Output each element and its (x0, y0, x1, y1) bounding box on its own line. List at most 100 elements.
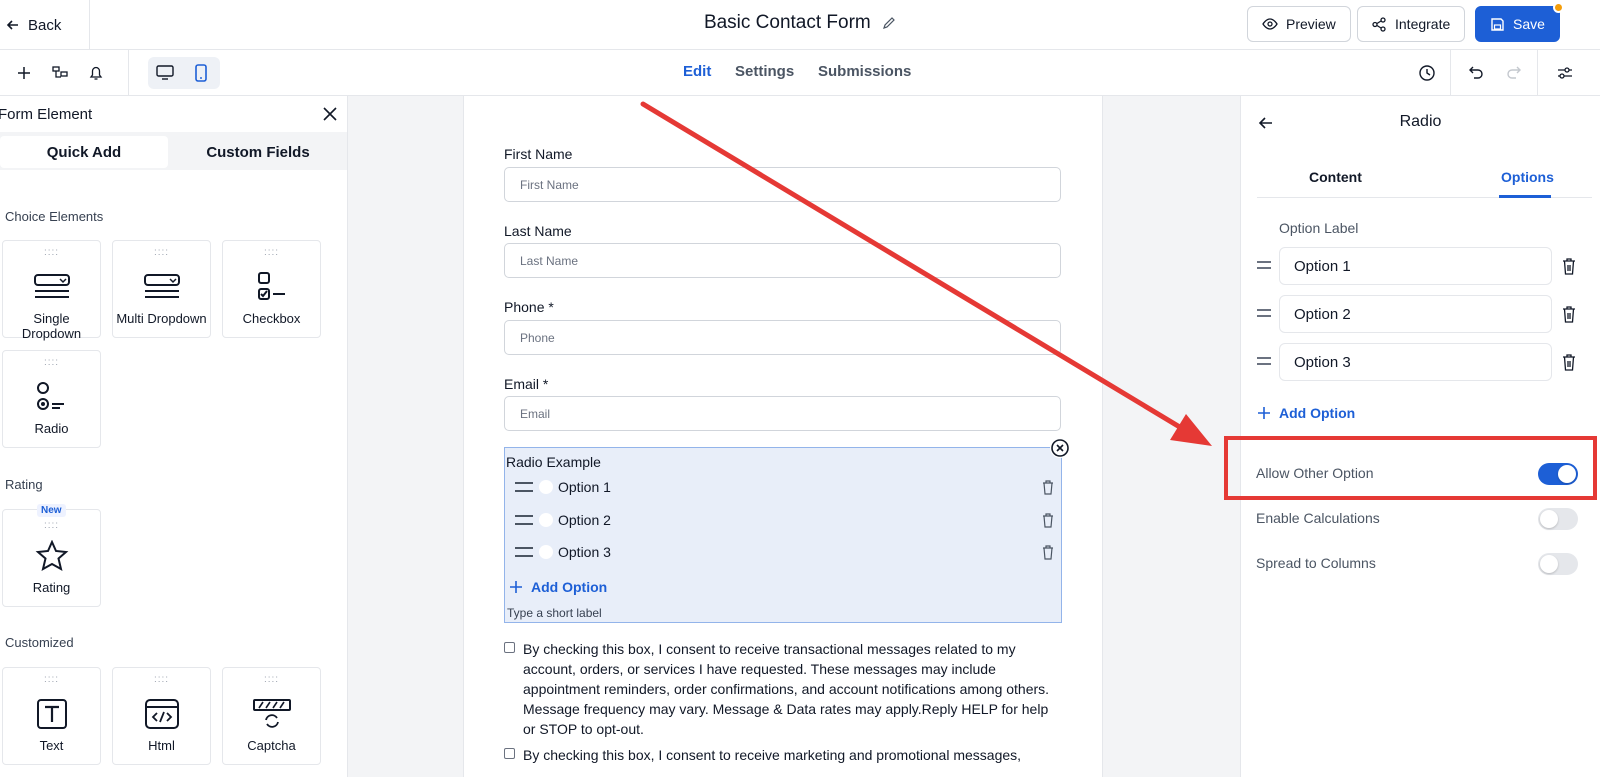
phone-input[interactable]: Phone (504, 320, 1061, 355)
radio-field-selected[interactable]: Radio Example Option 1 Option 2 Option 3 (504, 438, 1070, 623)
integrate-button[interactable]: Integrate (1357, 6, 1466, 42)
star-icon (35, 540, 69, 571)
close-icon[interactable] (320, 104, 340, 124)
plus-icon (510, 581, 522, 593)
option-input[interactable]: Option 2 (1279, 295, 1552, 333)
tab-submissions[interactable]: Submissions (818, 63, 911, 80)
drag-handle-icon: :::: (263, 674, 280, 685)
element-label: Multi Dropdown (116, 311, 207, 326)
element-multi-dropdown[interactable]: :::: Multi Dropdown (112, 240, 211, 338)
element-text[interactable]: :::: Text (2, 667, 101, 765)
desktop-view-button[interactable] (150, 60, 180, 86)
radio-button[interactable] (539, 513, 553, 527)
element-radio[interactable]: :::: Radio (2, 350, 101, 448)
pencil-icon[interactable] (882, 16, 896, 30)
undo-icon[interactable] (1465, 62, 1487, 84)
trash-icon[interactable] (1561, 353, 1577, 371)
dropdown-icon (144, 274, 180, 298)
save-button[interactable]: Save (1475, 2, 1564, 42)
toolbar-divider (1537, 50, 1538, 96)
drag-handle-icon[interactable] (1257, 357, 1271, 365)
consent-checkbox[interactable] (504, 642, 515, 653)
mobile-view-button[interactable] (186, 60, 216, 86)
first-name-input[interactable]: First Name (504, 167, 1061, 202)
radio-field-title: Radio Example (506, 454, 601, 470)
add-icon[interactable] (13, 62, 35, 84)
layers-icon[interactable] (49, 62, 71, 84)
tab-custom-fields[interactable]: Custom Fields (172, 136, 344, 168)
settings-tabs: Content Options (1257, 158, 1592, 198)
element-label: Html (148, 738, 175, 753)
radio-option-row[interactable]: Option 1 (515, 476, 1055, 498)
tab-options[interactable]: Options (1501, 169, 1554, 185)
history-icon[interactable] (1416, 62, 1438, 84)
desktop-icon (156, 65, 174, 80)
tab-content[interactable]: Content (1309, 169, 1362, 185)
drag-handle-icon[interactable] (515, 547, 533, 557)
drag-handle-icon: :::: (43, 520, 60, 531)
consent-checkbox[interactable] (504, 748, 515, 759)
floppy-disk-icon (1491, 17, 1504, 31)
drag-handle-icon: :::: (263, 247, 280, 258)
panel-tabs: Quick Add Custom Fields (0, 132, 347, 170)
code-icon (145, 699, 179, 729)
trash-icon[interactable] (1041, 512, 1055, 528)
tab-edit[interactable]: Edit (683, 63, 711, 80)
new-badge: New (37, 504, 66, 517)
element-rating[interactable]: New :::: Rating (2, 504, 101, 607)
device-toggle (148, 57, 220, 89)
element-label: Checkbox (242, 311, 301, 326)
add-option-label: Add Option (531, 579, 608, 595)
active-tab-indicator (1499, 195, 1551, 198)
option-input[interactable]: Option 1 (1279, 247, 1552, 285)
radio-option-label: Option 3 (558, 544, 611, 560)
field-label: Last Name (504, 223, 572, 239)
radio-button[interactable] (539, 545, 553, 559)
field-hint: Type a short label (507, 606, 602, 620)
radio-option-row[interactable]: Option 2 (515, 509, 1055, 531)
add-option-button[interactable]: Add Option (509, 579, 607, 595)
element-html[interactable]: :::: Html (112, 667, 211, 765)
transactional-consent: By checking this box, I consent to recei… (504, 639, 1064, 739)
element-checkbox[interactable]: :::: Checkbox (222, 240, 321, 338)
drag-handle-icon: :::: (43, 674, 60, 685)
preview-label: Preview (1286, 16, 1336, 32)
email-input[interactable]: Email (504, 396, 1061, 431)
preview-button[interactable]: Preview (1247, 6, 1351, 42)
field-label: First Name (504, 146, 573, 162)
radio-button[interactable] (539, 480, 553, 494)
trash-icon[interactable] (1561, 257, 1577, 275)
radio-option-row[interactable]: Option 3 (515, 541, 1055, 563)
element-label: Captcha (247, 738, 296, 753)
consent-text: By checking this box, I consent to recei… (523, 747, 1022, 763)
element-captcha[interactable]: :::: Captcha (222, 667, 321, 765)
spread-to-columns-toggle[interactable] (1538, 553, 1578, 575)
drag-handle-icon[interactable] (1257, 309, 1271, 317)
option-label-heading: Option Label (1279, 220, 1359, 236)
trash-icon[interactable] (1041, 479, 1055, 495)
panel-title: Form Element (0, 106, 93, 123)
drag-handle-icon[interactable] (1257, 261, 1271, 269)
add-option-button[interactable]: Add Option (1257, 405, 1355, 421)
enable-calculations-toggle[interactable] (1538, 508, 1578, 530)
element-single-dropdown[interactable]: :::: Single Dropdown (2, 240, 101, 341)
bell-icon[interactable] (85, 62, 107, 84)
toolbar-divider (128, 50, 129, 96)
element-label: Single Dropdown (21, 311, 82, 341)
remove-field-icon[interactable] (1050, 438, 1070, 458)
trash-icon[interactable] (1041, 544, 1055, 560)
tab-quick-add[interactable]: Quick Add (0, 136, 168, 168)
drag-handle-icon[interactable] (515, 515, 533, 525)
redo-icon[interactable] (1503, 62, 1525, 84)
tab-settings[interactable]: Settings (735, 63, 794, 80)
radio-icon (37, 382, 64, 410)
sliders-icon[interactable] (1554, 62, 1576, 84)
trash-icon[interactable] (1561, 305, 1577, 323)
option-input[interactable]: Option 3 (1279, 343, 1552, 381)
radio-option-label: Option 2 (558, 512, 611, 528)
last-name-input[interactable]: Last Name (504, 243, 1061, 278)
toggle-label: Enable Calculations (1256, 510, 1380, 526)
drag-handle-icon[interactable] (515, 482, 533, 492)
form-title-text: Basic Contact Form (703, 12, 871, 33)
share-icon (1372, 16, 1386, 32)
